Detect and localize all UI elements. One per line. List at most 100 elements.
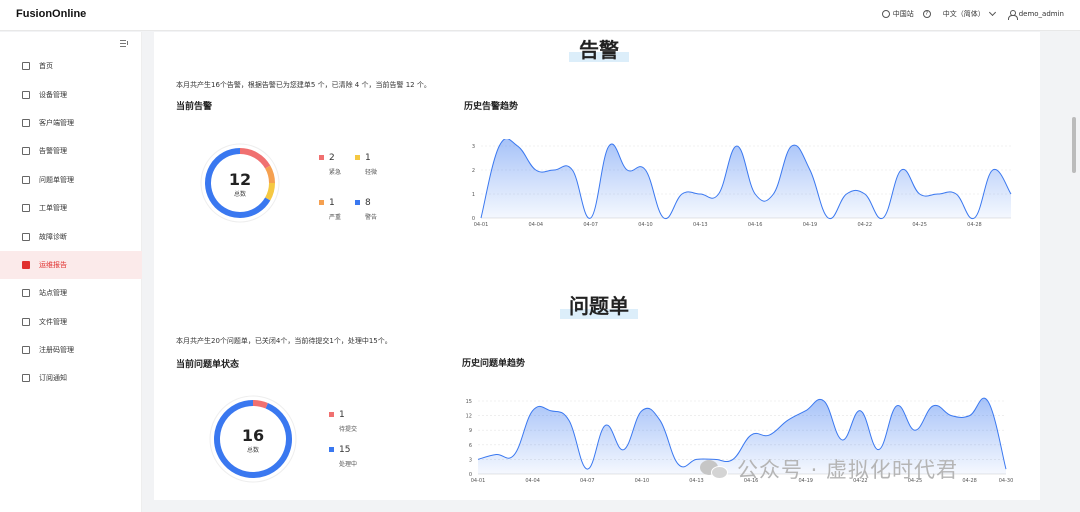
legend-swatch [355,200,360,205]
sidebar-item-0[interactable]: 首页 [0,52,142,80]
legend-swatch [319,200,324,205]
sidebar-item-10[interactable]: 注册码管理 [0,336,142,364]
x-tick-label: 04-22 [858,222,873,228]
bell-icon [22,204,30,213]
alarm-legend-warning: 8 警告 [355,198,377,221]
language-selector[interactable]: 中文（简体） [942,8,999,19]
app-logo[interactable]: FusionOnline [16,8,86,20]
top-bar: FusionOnline 中国站 ? 中文（简体） demo_admin [0,0,1080,31]
y-tick-label: 12 [466,414,472,420]
sidebar-nav: 首页设备管理客户端管理告警管理问题单管理工单管理故障诊断运维报告站点管理文件管理… [0,52,142,393]
sidebar-item-label: 订阅通知 [39,374,67,383]
current-alarm-title: 当前告警 [176,102,213,112]
alarm-legend-minor: 1 轻微 [355,153,377,176]
sidebar-item-11[interactable]: 订阅通知 [0,364,142,392]
subscribe-icon [22,374,30,383]
y-tick-label: 2 [472,168,475,174]
legend-swatch [329,447,334,452]
home-icon [22,62,30,71]
ticket-summary: 本月共产生20个问题单，已关闭4个，当前待提交1个，处理中15个。 [176,337,392,345]
user-name: demo_admin [1018,10,1064,18]
legend-swatch [355,155,360,160]
sidebar-item-7[interactable]: 运维报告 [0,250,142,280]
sidebar-item-1[interactable]: 设备管理 [0,80,142,108]
sidebar-item-label: 首页 [39,62,53,71]
language-label: 中文（简体） [942,10,985,18]
top-right-toolbar: 中国站 ? 中文（简体） demo_admin [873,8,1064,20]
site-selector[interactable]: 中国站 [881,9,914,19]
diagnosis-icon [22,232,30,241]
x-tick-label: 04-28 [962,478,977,484]
sidebar-item-label: 工单管理 [39,204,67,213]
report-icon [22,260,30,269]
alarm-total: 12 [228,170,252,189]
help-button[interactable]: ? [922,10,934,18]
ticket-legend-processing: 15 处理中 [329,445,357,468]
globe-icon [881,10,890,18]
site-label: 中国站 [892,10,914,18]
y-tick-label: 15 [466,399,472,405]
sidebar-item-2[interactable]: 客户端管理 [0,109,142,137]
alarm-legend-critical: 2 紧急 [319,153,341,176]
grid-icon [22,346,30,355]
sidebar-item-4[interactable]: 问题单管理 [0,166,142,194]
x-tick-label: 04-10 [638,222,653,228]
sidebar-item-label: 运维报告 [39,260,67,269]
watermark: 公众号 · 虚拟化时代君 [700,454,958,484]
sidebar: 首页设备管理客户端管理告警管理问题单管理工单管理故障诊断运维报告站点管理文件管理… [0,32,142,512]
x-tick-label: 04-16 [748,222,763,228]
sidebar-item-label: 问题单管理 [39,175,74,184]
sidebar-item-5[interactable]: 工单管理 [0,194,142,222]
x-tick-label: 04-07 [583,222,598,228]
page-scrollbar[interactable] [1072,117,1076,173]
alarm-total-label: 总数 [233,191,246,198]
user-icon [1007,10,1018,20]
sidebar-item-3[interactable]: 告警管理 [0,137,142,165]
donut-segment-紧急 [239,148,271,169]
alarm-trend-title: 历史告警趋势 [464,102,519,112]
legend-swatch [319,155,324,160]
x-tick-label: 04-30 [999,478,1014,484]
x-tick-label: 04-19 [803,222,818,228]
x-tick-label: 04-01 [474,222,489,228]
alarm-section-title: 告警 [579,38,619,62]
x-tick-label: 04-25 [912,222,927,228]
y-tick-label: 9 [469,428,472,434]
sidebar-item-9[interactable]: 文件管理 [0,308,142,336]
x-tick-label: 04-07 [580,478,595,484]
y-tick-label: 3 [469,457,472,463]
alarm-legend-major: 1 严重 [319,198,341,221]
sidebar-item-label: 文件管理 [39,317,67,326]
ticket-section-title: 问题单 [569,294,629,318]
y-tick-label: 1 [472,192,475,198]
bar-chart-icon [22,289,30,298]
sidebar-item-label: 设备管理 [39,90,67,99]
x-tick-label: 04-04 [525,478,540,484]
ticket-trend-title: 历史问题单趋势 [462,359,526,369]
ticket-icon [22,175,30,184]
x-tick-label: 04-01 [471,478,486,484]
x-tick-label: 04-13 [693,222,708,228]
x-tick-label: 04-28 [967,222,982,228]
sidebar-item-label: 告警管理 [39,147,67,156]
x-tick-label: 04-10 [635,478,650,484]
sidebar-item-label: 故障诊断 [39,232,67,241]
monitor-icon [22,118,30,127]
ticket-total-label: 总数 [246,447,259,454]
ticket-total: 16 [241,426,265,445]
x-tick-label: 04-04 [529,222,544,228]
sidebar-item-8[interactable]: 站点管理 [0,279,142,307]
help-icon: ? [922,10,931,18]
wechat-icon [700,458,729,480]
collapse-menu-icon[interactable] [120,40,129,48]
alarm-summary: 本月共产生16个告警，根据告警已为您建单5 个，已清除 4 个，当前告警 12 … [176,81,431,89]
user-menu[interactable]: demo_admin [1007,10,1064,20]
alarm-donut-chart: 12 总数 [200,143,280,223]
legend-swatch [329,412,334,417]
sidebar-item-6[interactable]: 故障诊断 [0,222,142,250]
trend-area [481,139,1011,219]
sidebar-item-label: 站点管理 [39,289,67,298]
donut-segment-待提交 [252,400,268,409]
ticket-donut-chart: 16 总数 [209,395,297,483]
chevron-down-icon [988,8,996,17]
